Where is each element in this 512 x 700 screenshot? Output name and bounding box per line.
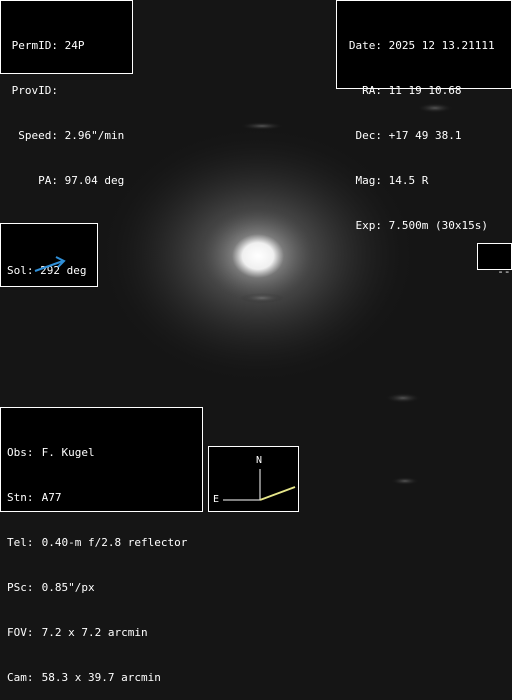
motion-indicator-panel: --- — [477, 243, 512, 278]
object-info-panel: PermID: 24P ProvID: Speed: 2.96"/min PA:… — [0, 0, 133, 187]
pa-label: PA: — [38, 174, 58, 187]
tel-label: Tel: — [7, 536, 34, 549]
cam-label: Cam: — [7, 671, 34, 684]
pa-row: PA: 97.04 deg — [6, 173, 132, 188]
observer-info-panel: Obs: F. Kugel Stn: A77 Tel: 0.40-m f/2.8… — [0, 407, 203, 684]
motion-value: --- — [497, 265, 512, 278]
mag-value: 14.5 R — [388, 174, 429, 187]
compass-panel: N E — [208, 446, 299, 512]
stn-row: Stn: A77 — [7, 490, 202, 505]
star-trail — [240, 293, 284, 303]
stn-label: Stn: — [7, 491, 34, 504]
perm-id-label: PermID: — [11, 39, 58, 52]
obs-label: Obs: — [7, 446, 34, 459]
ra-value: 11 19 10.68 — [388, 84, 462, 97]
fov-row: FOV: 7.2 x 7.2 arcmin — [7, 625, 202, 640]
psc-value: 0.85"/px — [41, 581, 95, 594]
prov-id-row: ProvID: — [6, 83, 132, 98]
date-value: 2025 12 13.21111 — [388, 39, 495, 52]
ra-row: RA: 11 19 10.68 — [342, 83, 511, 98]
exp-label: Exp: — [355, 219, 383, 232]
speed-value: 2.96"/min — [64, 129, 125, 142]
comet-nucleus — [232, 234, 284, 278]
speed-label: Speed: — [18, 129, 58, 142]
pa-value: 97.04 deg — [64, 174, 125, 187]
tel-value: 0.40-m f/2.8 reflector — [41, 536, 188, 549]
date-row: Date: 2025 12 13.21111 — [342, 38, 511, 53]
obs-row: Obs: F. Kugel — [7, 445, 202, 460]
sol-label: Sol: — [7, 264, 34, 277]
dec-label: Dec: — [355, 129, 383, 142]
date-label: Date: — [348, 39, 382, 52]
cam-value: 58.3 x 39.7 arcmin — [41, 671, 161, 684]
psc-label: PSc: — [7, 581, 34, 594]
tel-row: Tel: 0.40-m f/2.8 reflector — [7, 535, 202, 550]
fov-value: 7.2 x 7.2 arcmin — [41, 626, 148, 639]
compass-icon — [223, 469, 296, 501]
stn-value: A77 — [41, 491, 62, 504]
prov-id-label: ProvID: — [11, 84, 58, 97]
ra-label: RA: — [362, 84, 382, 97]
fov-label: FOV: — [7, 626, 34, 639]
position-info-panel: Date: 2025 12 13.21111 RA: 11 19 10.68 D… — [336, 0, 512, 232]
cam-row: Cam: 58.3 x 39.7 arcmin — [7, 670, 202, 685]
psc-row: PSc: 0.85"/px — [7, 580, 202, 595]
sun-direction-arrow-icon — [34, 256, 66, 272]
dec-row: Dec: +17 49 38.1 — [342, 128, 511, 143]
dec-value: +17 49 38.1 — [388, 129, 462, 142]
exp-value: 7.500m (30x15s) — [388, 219, 488, 232]
obs-value: F. Kugel — [41, 446, 95, 459]
star-trail — [240, 122, 284, 130]
star-trail — [385, 393, 421, 403]
perm-id-value: 24P — [64, 39, 85, 52]
sun-direction-panel: Sol: 292 deg — [0, 223, 98, 287]
mag-row: Mag: 14.5 R — [342, 173, 511, 188]
perm-id-row: PermID: 24P — [6, 38, 132, 53]
mag-label: Mag: — [355, 174, 383, 187]
motion-direction-indicator — [259, 486, 296, 501]
speed-row: Speed: 2.96"/min — [6, 128, 132, 143]
exp-row: Exp: 7.500m (30x15s) — [342, 218, 511, 233]
star-trail — [391, 477, 419, 485]
